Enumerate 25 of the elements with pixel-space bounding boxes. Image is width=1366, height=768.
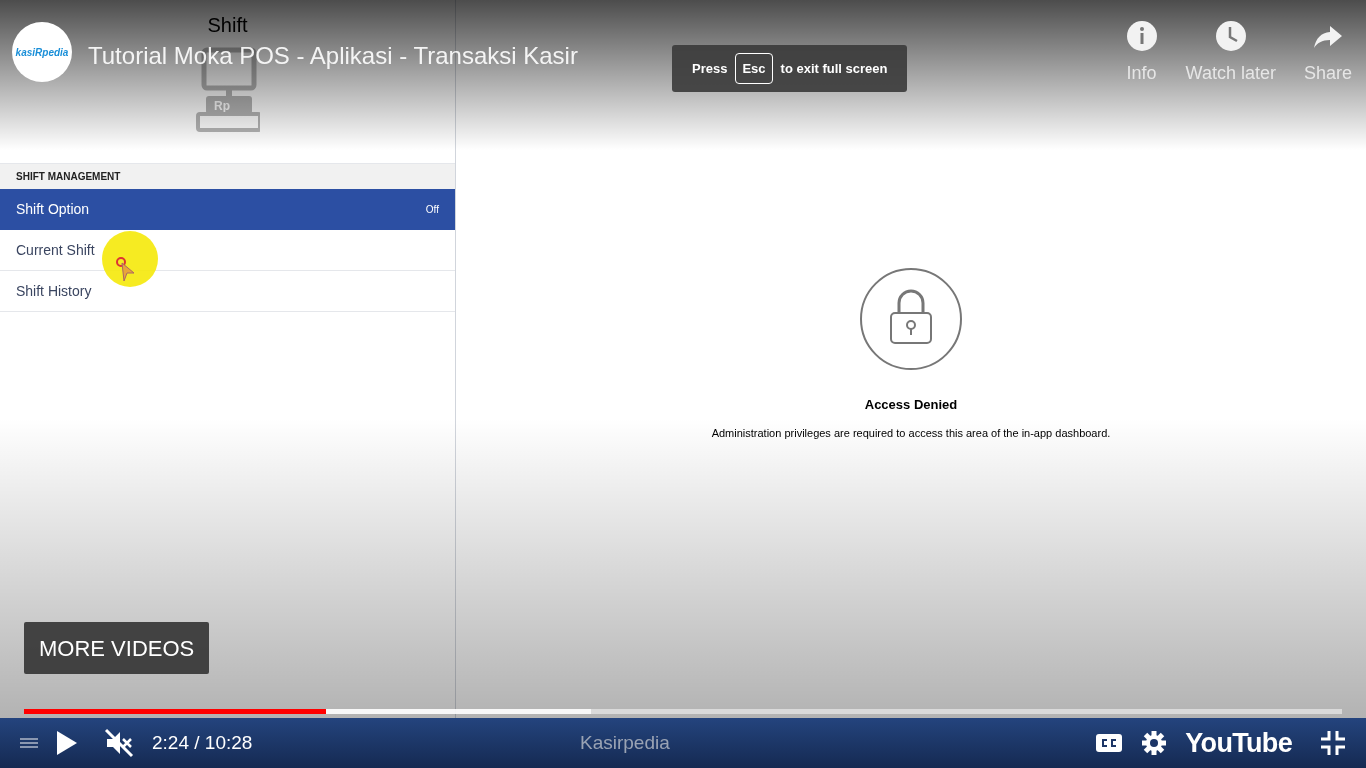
notice-message: Administration privileges are required to access this area of the in-app dashboard. xyxy=(711,425,1111,441)
menu-item[interactable]: Shift Option Off xyxy=(0,189,455,230)
section-heading: SHIFT MANAGEMENT xyxy=(16,170,121,184)
padlock-icon xyxy=(859,267,963,371)
settings-icon[interactable] xyxy=(1141,730,1168,756)
exit-fullscreen-icon[interactable] xyxy=(1320,730,1346,756)
time-display: 2:24 / 10:28 xyxy=(152,730,253,755)
toast-text: to exit full screen xyxy=(780,59,888,78)
notice-title: Access Denied xyxy=(864,396,958,414)
info-icon xyxy=(1125,20,1158,52)
muted-speaker-icon[interactable] xyxy=(104,728,134,758)
menu-icon[interactable] xyxy=(20,736,38,750)
captions-icon[interactable] xyxy=(1095,732,1124,754)
clock-icon xyxy=(1214,20,1247,52)
channel-name[interactable]: Kasirpedia xyxy=(580,728,1096,758)
play-icon[interactable] xyxy=(56,730,78,756)
more-videos-button[interactable]: MORE VIDEOS xyxy=(24,622,210,674)
video-title[interactable]: Tutorial Moka POS - Aplikasi - Transaksi Kasir xyxy=(88,38,578,74)
toast-text: Press xyxy=(692,59,728,78)
cursor-highlight-drawing xyxy=(100,229,160,289)
menu-item-value: Off xyxy=(425,203,439,217)
progress-track[interactable] xyxy=(24,709,1342,714)
youtube-logo[interactable]: YouTube xyxy=(1185,722,1292,764)
app-header-title: Shift xyxy=(207,13,248,38)
esc-key: Esc xyxy=(735,52,773,85)
